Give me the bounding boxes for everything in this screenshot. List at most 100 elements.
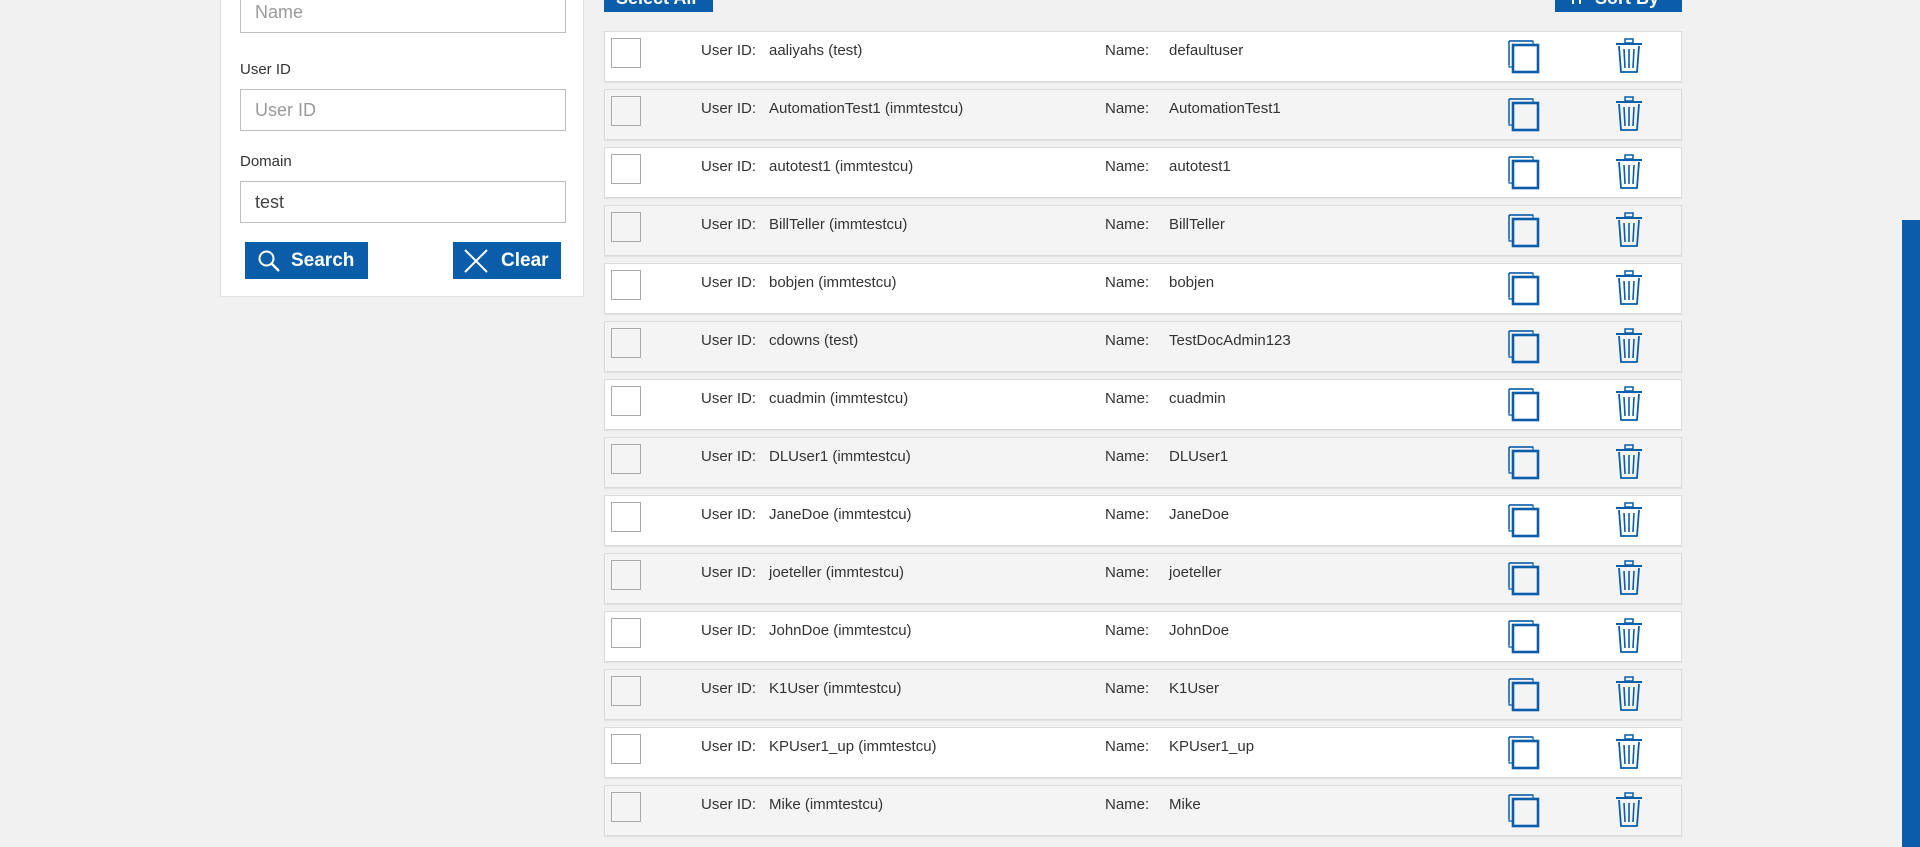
userid-field-label: User ID: <box>701 100 757 117</box>
list-item: User ID: JaneDoe (immtestcu) Name: JaneD… <box>604 495 1682 546</box>
list-item: User ID: AutomationTest1 (immtestcu) Nam… <box>604 89 1682 140</box>
list-item: User ID: JohnDoe (immtestcu) Name: JohnD… <box>604 611 1682 662</box>
row-checkbox[interactable] <box>611 386 641 416</box>
copy-icon[interactable] <box>1507 155 1541 196</box>
copy-icon[interactable] <box>1507 97 1541 138</box>
domain-input[interactable] <box>240 181 566 223</box>
trash-icon[interactable] <box>1615 618 1643 659</box>
userid-field-label: User ID: <box>701 796 757 813</box>
userid-label: User ID <box>240 61 291 78</box>
name-field-label: Name: <box>1105 680 1150 697</box>
userid-value: autotest1 (immtestcu) <box>769 158 914 175</box>
name-value: autotest1 <box>1169 158 1231 175</box>
list-item: User ID: autotest1 (immtestcu) Name: aut… <box>604 147 1682 198</box>
copy-icon[interactable] <box>1507 561 1541 602</box>
row-checkbox[interactable] <box>611 792 641 822</box>
userid-value: AutomationTest1 (immtestcu) <box>769 100 964 117</box>
userid-field-label: User ID: <box>701 448 757 465</box>
name-value: JaneDoe <box>1169 506 1230 523</box>
userid-input[interactable] <box>240 89 566 131</box>
row-checkbox[interactable] <box>611 502 641 532</box>
copy-icon[interactable] <box>1507 619 1541 660</box>
copy-icon[interactable] <box>1507 677 1541 718</box>
row-checkbox[interactable] <box>611 270 641 300</box>
row-checkbox[interactable] <box>611 560 641 590</box>
userid-field-label: User ID: <box>701 680 757 697</box>
trash-icon[interactable] <box>1615 38 1643 79</box>
trash-icon[interactable] <box>1615 96 1643 137</box>
trash-icon[interactable] <box>1615 212 1643 253</box>
row-checkbox[interactable] <box>611 444 641 474</box>
copy-icon[interactable] <box>1507 39 1541 80</box>
name-value: DLUser1 <box>1169 448 1229 465</box>
name-value: K1User <box>1169 680 1220 697</box>
trash-icon[interactable] <box>1615 734 1643 775</box>
userid-value: joeteller (immtestcu) <box>769 564 905 581</box>
select-all-label: Select All <box>616 0 696 9</box>
row-checkbox[interactable] <box>611 328 641 358</box>
name-field-label: Name: <box>1105 564 1150 581</box>
name-field-label: Name: <box>1105 332 1150 349</box>
userid-value: JaneDoe (immtestcu) <box>769 506 912 523</box>
trash-icon[interactable] <box>1615 270 1643 311</box>
close-icon <box>463 248 489 274</box>
name-field-label: Name: <box>1105 448 1150 465</box>
trash-icon[interactable] <box>1615 560 1643 601</box>
search-button-label: Search <box>291 249 355 271</box>
userid-value: JohnDoe (immtestcu) <box>769 622 912 639</box>
userid-value: cuadmin (immtestcu) <box>769 390 909 407</box>
name-field-label: Name: <box>1105 622 1150 639</box>
name-field-label: Name: <box>1105 796 1150 813</box>
trash-icon[interactable] <box>1615 386 1643 427</box>
userid-field-label: User ID: <box>701 390 757 407</box>
row-checkbox[interactable] <box>611 734 641 764</box>
copy-icon[interactable] <box>1507 213 1541 254</box>
copy-icon[interactable] <box>1507 503 1541 544</box>
trash-icon[interactable] <box>1615 502 1643 543</box>
scrollbar-thumb[interactable] <box>1902 220 1920 847</box>
row-checkbox[interactable] <box>611 38 641 68</box>
name-value: Mike <box>1169 796 1201 813</box>
userid-field-label: User ID: <box>701 564 757 581</box>
search-panel: User ID Domain Search Clear <box>220 0 584 297</box>
name-input[interactable] <box>240 0 566 33</box>
list-item: User ID: K1User (immtestcu) Name: K1User <box>604 669 1682 720</box>
row-checkbox[interactable] <box>611 676 641 706</box>
list-item: User ID: DLUser1 (immtestcu) Name: DLUse… <box>604 437 1682 488</box>
name-field-label: Name: <box>1105 390 1150 407</box>
userid-value: aaliyahs (test) <box>769 42 863 59</box>
list-item: User ID: BillTeller (immtestcu) Name: Bi… <box>604 205 1682 256</box>
copy-icon[interactable] <box>1507 387 1541 428</box>
trash-icon[interactable] <box>1615 676 1643 717</box>
copy-icon[interactable] <box>1507 271 1541 312</box>
userid-value: DLUser1 (immtestcu) <box>769 448 911 465</box>
name-value: AutomationTest1 <box>1169 100 1281 117</box>
sort-by-button[interactable]: Sort By <box>1555 0 1682 12</box>
name-field-label: Name: <box>1105 738 1150 755</box>
trash-icon[interactable] <box>1615 444 1643 485</box>
copy-icon[interactable] <box>1507 445 1541 486</box>
userid-field-label: User ID: <box>701 622 757 639</box>
clear-button[interactable]: Clear <box>453 242 561 279</box>
row-checkbox[interactable] <box>611 212 641 242</box>
name-field-label: Name: <box>1105 42 1150 59</box>
list-item: User ID: cuadmin (immtestcu) Name: cuadm… <box>604 379 1682 430</box>
search-button[interactable]: Search <box>245 242 368 279</box>
row-checkbox[interactable] <box>611 154 641 184</box>
row-checkbox[interactable] <box>611 96 641 126</box>
copy-icon[interactable] <box>1507 329 1541 370</box>
copy-icon[interactable] <box>1507 793 1541 834</box>
trash-icon[interactable] <box>1615 328 1643 369</box>
name-field-label: Name: <box>1105 100 1150 117</box>
list-item: User ID: KPUser1_up (immtestcu) Name: KP… <box>604 727 1682 778</box>
userid-value: K1User (immtestcu) <box>769 680 902 697</box>
copy-icon[interactable] <box>1507 735 1541 776</box>
clear-button-label: Clear <box>501 249 549 271</box>
user-list: User ID: aaliyahs (test) Name: defaultus… <box>604 31 1682 843</box>
select-all-button[interactable]: Select All <box>604 0 713 12</box>
search-icon <box>257 249 281 273</box>
userid-value: Mike (immtestcu) <box>769 796 884 813</box>
trash-icon[interactable] <box>1615 154 1643 195</box>
trash-icon[interactable] <box>1615 792 1643 833</box>
row-checkbox[interactable] <box>611 618 641 648</box>
